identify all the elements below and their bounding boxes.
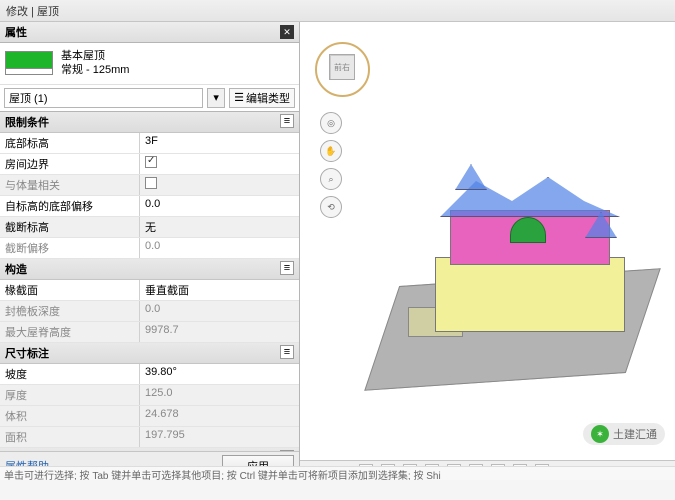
close-icon[interactable]: ✕ xyxy=(280,25,294,39)
family-swatch xyxy=(5,51,53,75)
property-value[interactable]: 3F xyxy=(140,133,299,153)
orbit-icon[interactable]: ⟲ xyxy=(320,196,342,218)
property-label: 面积 xyxy=(0,427,140,447)
main-area: 属性 ✕ 基本屋顶 常规 - 125mm ▾ ☰ 编辑类型 限制条件≡底部标高3… xyxy=(0,22,675,480)
chevron-down-icon[interactable]: ▾ xyxy=(207,88,225,108)
property-value[interactable]: 9978.7 xyxy=(140,322,299,342)
property-group-header[interactable]: 构造 ≡ xyxy=(0,259,299,280)
property-value[interactable]: 0.0 xyxy=(140,196,299,216)
property-row: 体积24.678 xyxy=(0,406,299,427)
property-label: 体积 xyxy=(0,406,140,426)
property-value[interactable] xyxy=(140,175,299,195)
property-label: 截断标高 xyxy=(0,217,140,237)
properties-grid: 限制条件≡底部标高3F房间边界与体量相关自标高的底部偏移0.0截断标高无截断偏移… xyxy=(0,112,299,451)
checkbox[interactable] xyxy=(145,177,157,189)
property-row: 房间边界 xyxy=(0,154,299,175)
property-value[interactable]: 197.795 xyxy=(140,427,299,447)
property-label: 最大屋脊高度 xyxy=(0,322,140,342)
view-cube[interactable]: 前右 xyxy=(315,42,370,97)
property-label: 底部标高 xyxy=(0,133,140,153)
ribbon-tab-bar: 修改 | 屋顶 xyxy=(0,0,675,22)
property-row: 自标高的底部偏移0.0 xyxy=(0,196,299,217)
status-hint: 单击可进行选择; 按 Tab 键并单击可选择其他项目; 按 Ctrl 键并单击可… xyxy=(0,466,675,480)
viewport-3d[interactable]: 前右 ◎ ✋ ⌕ ⟲ ✶ 土建汇通 1 : 100 | xyxy=(300,22,675,480)
property-label: 封檐板深度 xyxy=(0,301,140,321)
property-value[interactable] xyxy=(140,154,299,174)
pan-icon[interactable]: ✋ xyxy=(320,140,342,162)
property-row: 最大屋脊高度9978.7 xyxy=(0,322,299,343)
property-value[interactable]: 125.0 xyxy=(140,385,299,405)
properties-header: 属性 ✕ xyxy=(0,22,299,43)
property-row: 底部标高3F xyxy=(0,133,299,154)
property-label: 与体量相关 xyxy=(0,175,140,195)
type-selector[interactable]: 基本屋顶 常规 - 125mm xyxy=(0,43,299,85)
property-row: 坡度39.80° xyxy=(0,364,299,385)
view-cube-face[interactable]: 前右 xyxy=(329,54,355,80)
property-value[interactable]: 39.80° xyxy=(140,364,299,384)
property-row: 封檐板深度0.0 xyxy=(0,301,299,322)
group-title: 构造 xyxy=(5,261,27,277)
property-label: 房间边界 xyxy=(0,154,140,174)
property-label: 厚度 xyxy=(0,385,140,405)
family-name: 基本屋顶 xyxy=(61,49,129,63)
property-group-header[interactable]: 限制条件 ≡ xyxy=(0,112,299,133)
family-type: 常规 - 125mm xyxy=(61,63,129,77)
group-expander-icon[interactable]: ≡ xyxy=(280,345,294,359)
property-group-header[interactable]: 尺寸标注 ≡ xyxy=(0,343,299,364)
family-text: 基本屋顶 常规 - 125mm xyxy=(61,49,129,78)
edit-type-icon: ☰ xyxy=(234,91,244,104)
property-row: 面积197.795 xyxy=(0,427,299,448)
property-row: 厚度125.0 xyxy=(0,385,299,406)
edit-type-button[interactable]: ☰ 编辑类型 xyxy=(229,88,295,108)
property-label: 椽截面 xyxy=(0,280,140,300)
property-label: 自标高的底部偏移 xyxy=(0,196,140,216)
property-row: 与体量相关 xyxy=(0,175,299,196)
instance-selector-row: ▾ ☰ 编辑类型 xyxy=(0,85,299,112)
property-value[interactable]: 0.0 xyxy=(140,301,299,321)
properties-palette: 属性 ✕ 基本屋顶 常规 - 125mm ▾ ☰ 编辑类型 限制条件≡底部标高3… xyxy=(0,22,300,480)
properties-title: 属性 xyxy=(5,24,27,40)
property-value[interactable]: 无 xyxy=(140,217,299,237)
group-expander-icon[interactable]: ≡ xyxy=(280,261,294,275)
property-label: 截断偏移 xyxy=(0,238,140,258)
zoom-icon[interactable]: ⌕ xyxy=(320,168,342,190)
property-row: 截断标高无 xyxy=(0,217,299,238)
edit-type-label: 编辑类型 xyxy=(246,90,290,106)
group-expander-icon[interactable]: ≡ xyxy=(280,114,294,128)
property-value[interactable]: 0.0 xyxy=(140,238,299,258)
group-title: 限制条件 xyxy=(5,114,49,130)
navigation-bar: ◎ ✋ ⌕ ⟲ xyxy=(320,112,342,218)
group-title: 尺寸标注 xyxy=(5,345,49,361)
property-value[interactable]: 垂直截面 xyxy=(140,280,299,300)
property-row: 截断偏移0.0 xyxy=(0,238,299,259)
steering-wheel-icon[interactable]: ◎ xyxy=(320,112,342,134)
checkbox[interactable] xyxy=(145,156,157,168)
property-value[interactable]: 24.678 xyxy=(140,406,299,426)
active-tab-label: 修改 | 屋顶 xyxy=(6,6,59,18)
property-row: 椽截面垂直截面 xyxy=(0,280,299,301)
instance-selector-input[interactable] xyxy=(4,88,203,108)
wechat-icon: ✶ xyxy=(591,425,609,443)
property-label: 坡度 xyxy=(0,364,140,384)
watermark: ✶ 土建汇通 xyxy=(583,423,665,445)
model-preview xyxy=(360,142,660,402)
watermark-text: 土建汇通 xyxy=(613,426,657,442)
